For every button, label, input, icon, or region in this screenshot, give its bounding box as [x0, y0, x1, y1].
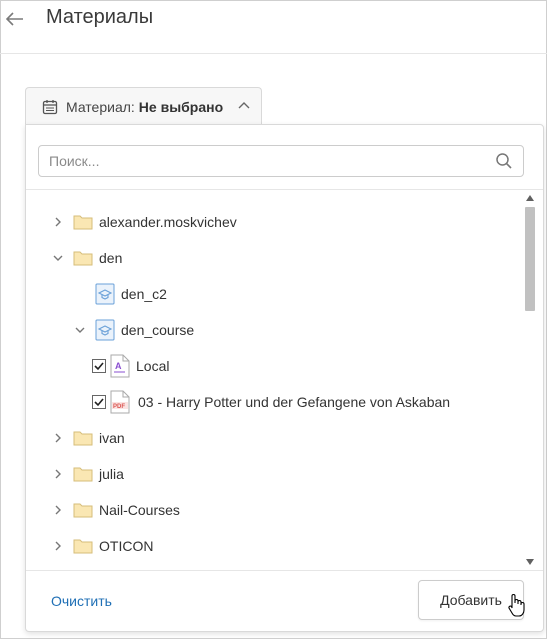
search-icon[interactable] — [495, 152, 513, 175]
page-title: Материалы — [46, 6, 154, 28]
material-selector-button[interactable]: Материал: Не выбрано — [25, 87, 262, 125]
calendar-icon — [42, 99, 58, 115]
selector-value: Не выбрано — [138, 98, 224, 115]
search-box — [38, 145, 524, 177]
search-input[interactable] — [39, 146, 523, 176]
selector-label: Материал: — [66, 98, 135, 115]
scroll-up-arrow-icon[interactable] — [525, 193, 535, 203]
tree-item-den-course[interactable]: den_course — [73, 315, 194, 345]
material-dropdown: alexander.moskvichev den den_c2 — [25, 124, 544, 632]
text-file-icon: A — [110, 354, 130, 378]
tree-item-label: 03 - Harry Potter und der Gefangene von … — [138, 394, 451, 410]
chevron-right-icon[interactable] — [51, 503, 65, 517]
folder-icon — [73, 214, 93, 230]
folder-icon — [73, 502, 93, 518]
hand-cursor-icon — [507, 593, 525, 622]
chevron-right-icon[interactable] — [51, 467, 65, 481]
page-header: Материалы — [0, 0, 547, 54]
tree-scrollbar[interactable] — [523, 190, 536, 570]
pdf-file-icon: PDF — [110, 390, 132, 414]
tree-item-label: alexander.moskvichev — [99, 214, 237, 230]
folder-icon — [73, 430, 93, 446]
course-icon — [95, 283, 115, 305]
scroll-down-arrow-icon[interactable] — [525, 557, 535, 567]
divider — [26, 570, 543, 571]
chevron-down-icon[interactable] — [73, 323, 87, 337]
tree-item-label: OTICON — [99, 538, 154, 554]
folder-icon — [73, 250, 93, 266]
tree-item-ivan[interactable]: ivan — [51, 423, 125, 453]
tree-item-label: den_course — [121, 322, 195, 338]
tree-item-oticon[interactable]: OTICON — [51, 531, 153, 561]
tree-item-den[interactable]: den — [51, 243, 122, 273]
tree-item-label: den_c2 — [121, 286, 167, 302]
checkbox-checked[interactable] — [92, 359, 106, 373]
tree-item-label: Local — [136, 358, 170, 374]
tree-item-harry-potter-pdf[interactable]: PDF 03 - Harry Potter und der Gefangene … — [92, 387, 450, 417]
tree-item-label: ivan — [99, 430, 125, 446]
tree-item-local[interactable]: A Local — [92, 351, 169, 381]
arrow-left-icon — [6, 12, 23, 26]
tree-item-label: julia — [99, 466, 124, 482]
folder-icon — [73, 466, 93, 482]
chevron-right-icon[interactable] — [51, 431, 65, 445]
checkbox-checked[interactable] — [92, 395, 106, 409]
course-icon — [95, 319, 115, 341]
chevron-right-icon[interactable] — [51, 539, 65, 553]
scrollbar-thumb[interactable] — [525, 207, 535, 311]
tree-item-nail-courses[interactable]: Nail-Courses — [51, 495, 180, 525]
tree-item-den-c2[interactable]: den_c2 — [95, 279, 167, 309]
material-tree: alexander.moskvichev den den_c2 den_cour… — [26, 190, 543, 570]
chevron-right-icon[interactable] — [51, 215, 65, 229]
svg-text:PDF: PDF — [113, 404, 125, 410]
svg-text:A: A — [115, 361, 122, 371]
clear-button[interactable]: Очистить — [51, 593, 112, 609]
tree-item-alexander-moskvichev[interactable]: alexander.moskvichev — [51, 207, 237, 237]
chevron-down-icon[interactable] — [51, 251, 65, 265]
chevron-up-icon — [237, 99, 251, 116]
tree-item-label: Nail-Courses — [99, 502, 180, 518]
folder-icon — [73, 538, 93, 554]
tree-item-julia[interactable]: julia — [51, 459, 124, 489]
back-button[interactable] — [4, 8, 26, 30]
tree-item-label: den — [99, 250, 123, 266]
